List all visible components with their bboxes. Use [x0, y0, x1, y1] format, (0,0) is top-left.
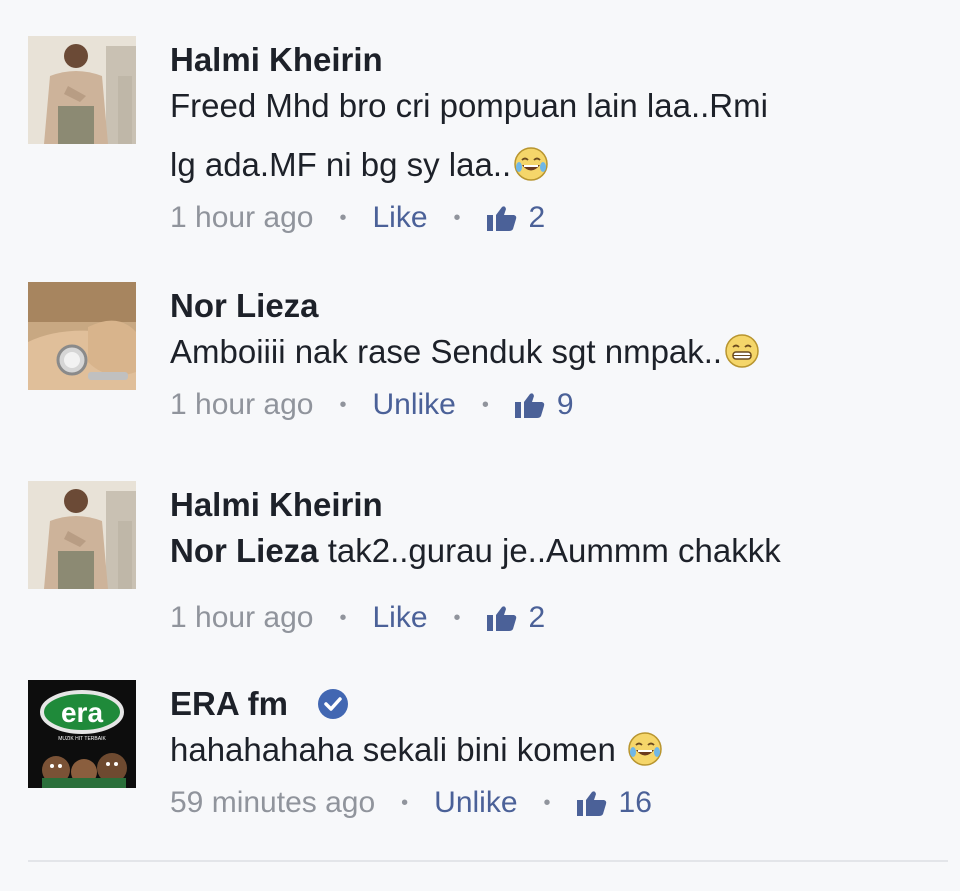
- separator-dot: •: [401, 792, 409, 814]
- comment-text-line: Freed Mhd bro cri pompuan lain laa..Rmi: [170, 87, 768, 124]
- mention-link[interactable]: Nor Lieza: [170, 532, 319, 569]
- like-count[interactable]: 2: [529, 598, 546, 638]
- verified-badge-icon: [317, 689, 348, 719]
- thumbs-up-icon[interactable]: [486, 605, 517, 631]
- avatar-halmi-kheirin[interactable]: [28, 36, 136, 144]
- avatar-era-fm[interactable]: era MUZIK HIT TERBAIK: [28, 680, 136, 788]
- comment-text-fragment: Amboiiii nak rase Senduk sgt nmpak..: [170, 333, 723, 370]
- like-button[interactable]: Like: [372, 598, 427, 638]
- comment-meta: 1 hour ago • Unlike • 9: [170, 385, 940, 425]
- comment-text: Amboiiii nak rase Senduk sgt nmpak..: [170, 322, 940, 381]
- like-button[interactable]: Like: [372, 198, 427, 238]
- laughing-tears-emoji-icon: [514, 147, 548, 181]
- thumbs-up-icon[interactable]: [486, 205, 517, 231]
- comment-timestamp[interactable]: 1 hour ago: [170, 598, 313, 638]
- separator-dot: •: [453, 607, 461, 629]
- thumbs-up-icon[interactable]: [576, 790, 607, 816]
- comment-timestamp[interactable]: 59 minutes ago: [170, 783, 375, 823]
- divider: [28, 860, 948, 862]
- separator-dot: •: [543, 792, 551, 814]
- separator-dot: •: [339, 207, 347, 229]
- comment-text: Freed Mhd bro cri pompuan lain laa..Rmi …: [170, 76, 940, 194]
- separator-dot: •: [453, 207, 461, 229]
- comment-text-line: hahahahaha sekali bini komen: [170, 720, 940, 779]
- era-tagline: MUZIK HIT TERBAIK: [58, 736, 106, 742]
- comment-text-fragment: tak2..gurau je..Aummm chakkk: [318, 532, 781, 569]
- like-count[interactable]: 9: [557, 385, 574, 425]
- comment-text-fragment: hahahahaha sekali bini komen: [170, 731, 625, 768]
- separator-dot: •: [339, 394, 347, 416]
- comment-author[interactable]: Halmi Kheirin: [170, 40, 940, 80]
- comment-timestamp[interactable]: 1 hour ago: [170, 385, 313, 425]
- avatar-halmi-kheirin[interactable]: [28, 481, 136, 589]
- avatar-nor-lieza[interactable]: [28, 282, 136, 390]
- comment-author[interactable]: Nor Lieza: [170, 286, 940, 326]
- laughing-tears-emoji-icon: [628, 732, 662, 766]
- comment-meta: 1 hour ago • Like • 2: [170, 198, 940, 238]
- like-count[interactable]: 2: [529, 198, 546, 238]
- comment-author[interactable]: ERA fm: [170, 684, 940, 724]
- comment-author[interactable]: Halmi Kheirin: [170, 485, 940, 525]
- thumbs-up-icon[interactable]: [514, 392, 545, 418]
- comment-text: hahahahaha sekali bini komen: [170, 720, 940, 779]
- comment-meta: 59 minutes ago • Unlike • 16: [170, 783, 940, 823]
- unlike-button[interactable]: Unlike: [434, 783, 517, 823]
- comment-text-line: Amboiiii nak rase Senduk sgt nmpak..: [170, 322, 940, 381]
- author-name[interactable]: ERA fm: [170, 684, 288, 724]
- comment-meta: 1 hour ago • Like • 2: [170, 598, 940, 638]
- grinning-emoji-icon: [725, 334, 759, 368]
- separator-dot: •: [481, 394, 489, 416]
- comment-text: Nor Lieza tak2..gurau je..Aummm chakkk: [170, 521, 940, 580]
- comment-timestamp[interactable]: 1 hour ago: [170, 198, 313, 238]
- separator-dot: •: [339, 607, 347, 629]
- comment-text-line: Nor Lieza tak2..gurau je..Aummm chakkk: [170, 521, 940, 580]
- era-logo-text: era: [61, 697, 103, 728]
- comment-text-fragment: lg ada.MF ni bg sy laa..: [170, 146, 512, 183]
- comment-text-line: lg ada.MF ni bg sy laa..: [170, 135, 940, 194]
- unlike-button[interactable]: Unlike: [372, 385, 455, 425]
- like-count[interactable]: 16: [619, 783, 652, 823]
